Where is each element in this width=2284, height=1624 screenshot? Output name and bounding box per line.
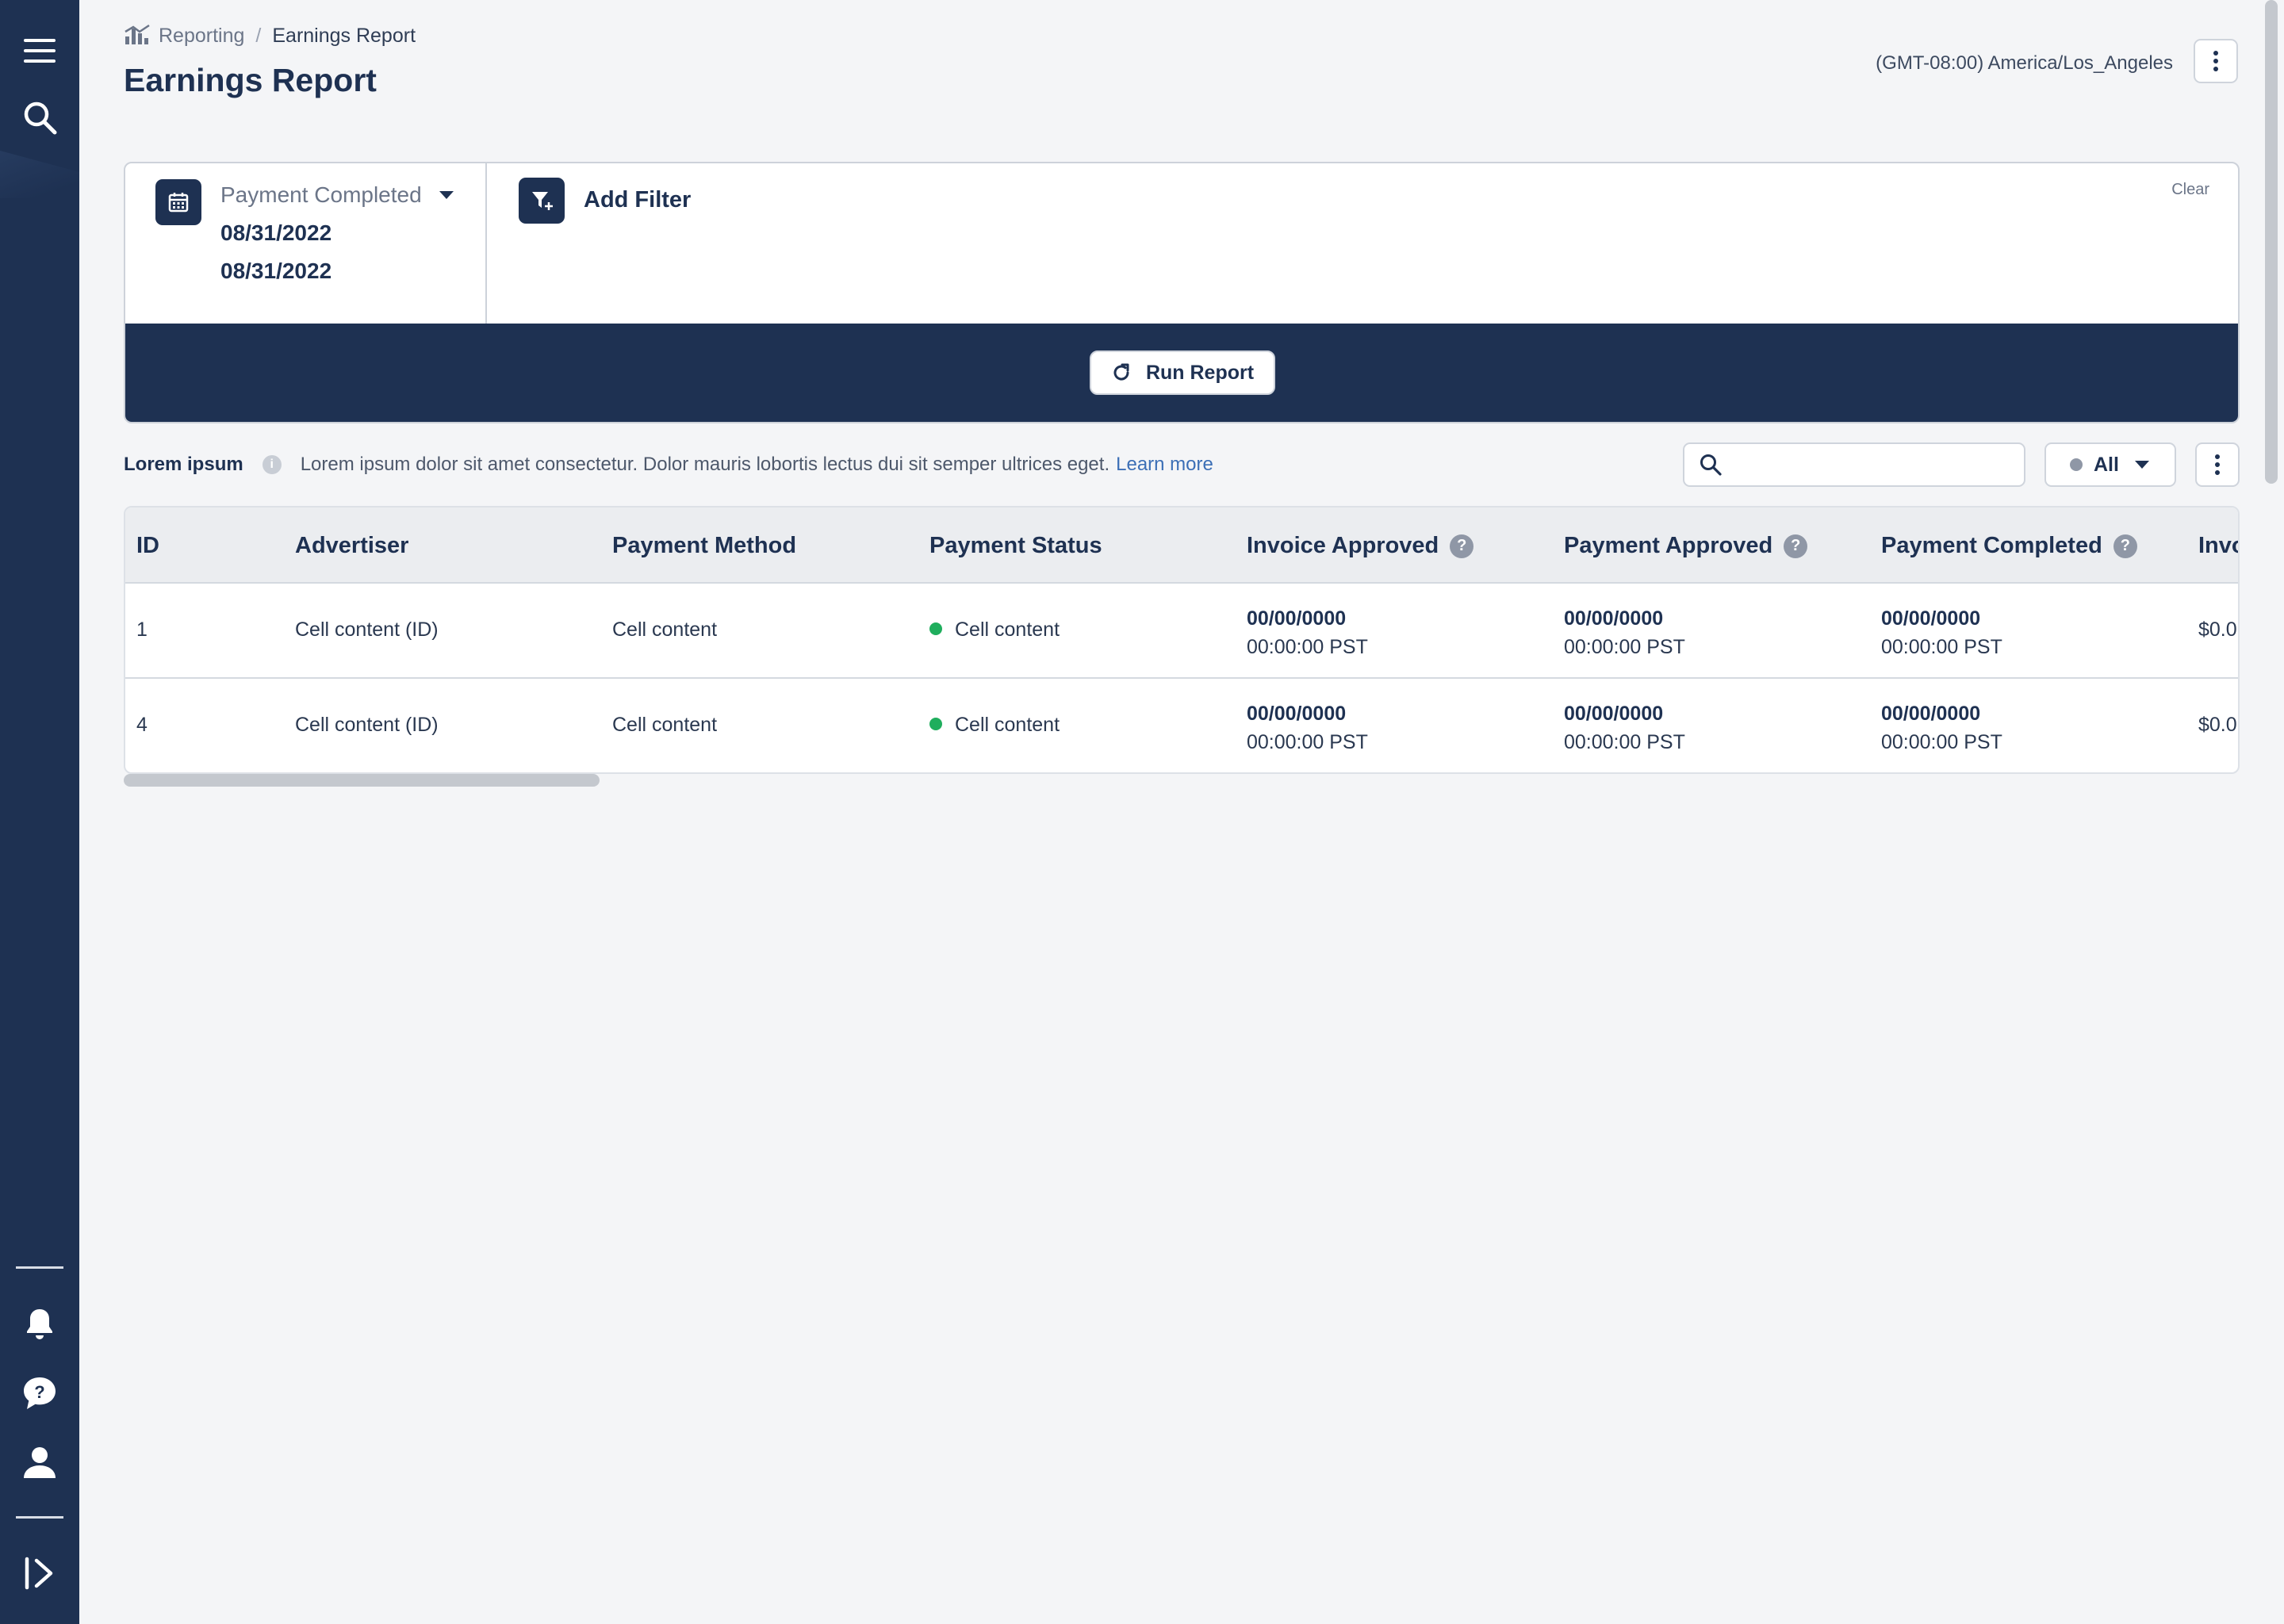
run-report-bar: Run Report (125, 324, 2238, 422)
page-vertical-scrollbar[interactable] (2265, 0, 2278, 484)
report-filter-card: Payment Completed 08/31/2022 08/31/2022 … (124, 162, 2240, 423)
bell-icon (27, 1309, 52, 1339)
table-header: ID Advertiser Payment Method Payment Sta… (125, 508, 2238, 584)
breadcrumb-separator: / (255, 24, 262, 47)
rail-decoration (0, 151, 79, 198)
clear-filters-button[interactable]: Clear (2171, 181, 2209, 199)
help-button[interactable]: ? (0, 1362, 79, 1425)
date-field-label: Payment Completed (220, 182, 422, 207)
refresh-icon (1113, 363, 1129, 381)
menu-button[interactable] (0, 19, 79, 82)
date-range-panel: Payment Completed 08/31/2022 08/31/2022 (125, 163, 487, 324)
add-filter-button[interactable]: Add Filter (584, 187, 691, 213)
more-vertical-icon (2213, 51, 2218, 71)
more-vertical-icon (2215, 454, 2220, 475)
earnings-table: ID Advertiser Payment Method Payment Sta… (124, 506, 2240, 774)
chevron-down-icon (2134, 461, 2149, 469)
help-icon[interactable]: ? (1784, 534, 1808, 558)
expand-sidebar-icon (25, 1557, 53, 1590)
cell-payment-method: Cell content (612, 619, 718, 641)
cell-id: 4 (136, 714, 148, 736)
column-header-payment-method[interactable]: Payment Method (612, 533, 796, 559)
help-chat-icon: ? (24, 1377, 56, 1409)
column-header-payment-completed[interactable]: Payment Completed? (1881, 533, 2137, 559)
column-header-id[interactable]: ID (136, 533, 159, 559)
search-icon (1700, 454, 1722, 476)
learn-more-link[interactable]: Learn more (1116, 454, 1213, 476)
cell-invoice-amount: $0.0 (2198, 714, 2237, 736)
search-icon (24, 102, 57, 135)
run-report-label: Run Report (1145, 361, 1255, 384)
breadcrumb-current: Earnings Report (272, 24, 416, 47)
cell-invoice-amount: $0.0 (2198, 619, 2237, 641)
cell-payment-completed: 00/00/0000 00:00:00 PST (1881, 607, 2002, 658)
table-row[interactable]: 1 Cell content (ID) Cell content Cell co… (125, 584, 2238, 679)
date-field-dropdown[interactable]: Payment Completed (220, 182, 454, 208)
calendar-icon[interactable] (155, 179, 201, 225)
add-filter-icon[interactable] (519, 178, 565, 224)
reporting-chart-icon (125, 24, 150, 44)
cell-advertiser[interactable]: Cell content (ID) (295, 714, 439, 737)
cell-invoice-approved: 00/00/0000 00:00:00 PST (1247, 607, 1368, 658)
status-dot-icon (2070, 458, 2083, 471)
rail-divider (16, 1266, 63, 1269)
table-search (1683, 442, 2025, 487)
run-report-button[interactable]: Run Report (1090, 350, 1275, 395)
column-header-payment-status[interactable]: Payment Status (929, 533, 1102, 559)
help-icon[interactable]: ? (2113, 534, 2137, 558)
cell-advertiser[interactable]: Cell content (ID) (295, 619, 439, 642)
status-green-dot-icon (929, 622, 942, 636)
left-nav-rail: ? (0, 0, 79, 1624)
status-green-dot-icon (929, 718, 942, 731)
chevron-down-icon (439, 191, 454, 199)
cell-id: 1 (136, 619, 148, 641)
date-start[interactable]: 08/31/2022 (220, 220, 331, 246)
rail-divider (16, 1516, 63, 1519)
page-title: Earnings Report (124, 62, 377, 98)
table-horizontal-scrollbar[interactable] (124, 774, 600, 787)
notifications-button[interactable] (0, 1293, 79, 1356)
help-icon[interactable]: ? (1450, 534, 1474, 558)
cell-payment-status: Cell content (929, 714, 1060, 737)
table-row[interactable]: 4 Cell content (ID) Cell content Cell co… (125, 679, 2238, 772)
breadcrumb: Reporting / Earnings Report (124, 24, 416, 48)
column-header-invoice-approved[interactable]: Invoice Approved? (1247, 533, 1474, 559)
svg-text:?: ? (34, 1382, 44, 1402)
date-end[interactable]: 08/31/2022 (220, 259, 331, 284)
column-header-payment-approved[interactable]: Payment Approved? (1564, 533, 1808, 559)
cell-payment-status: Cell content (929, 619, 1060, 642)
cell-payment-method: Cell content (612, 714, 718, 736)
cell-payment-approved: 00/00/0000 00:00:00 PST (1564, 607, 1685, 658)
status-filter-select[interactable]: All (2044, 442, 2176, 487)
nav-search-button[interactable] (0, 86, 79, 149)
profile-button[interactable] (0, 1431, 79, 1494)
info-icon[interactable]: i (262, 455, 282, 474)
search-input[interactable] (1730, 454, 2016, 476)
menu-icon (24, 39, 56, 63)
status-filter-value: All (2094, 453, 2119, 476)
info-title: Lorem ipsum (124, 454, 243, 475)
page-options-button[interactable] (2194, 39, 2238, 83)
expand-sidebar-button[interactable] (0, 1542, 79, 1605)
info-description: Lorem ipsum dolor sit amet consectetur. … (300, 454, 1110, 475)
user-icon (24, 1447, 56, 1478)
column-header-invoice-amount[interactable]: Invo (2198, 533, 2238, 559)
cell-invoice-approved: 00/00/0000 00:00:00 PST (1247, 703, 1368, 753)
breadcrumb-reporting-link[interactable]: Reporting (159, 25, 244, 48)
column-header-advertiser[interactable]: Advertiser (295, 533, 408, 559)
cell-payment-completed: 00/00/0000 00:00:00 PST (1881, 703, 2002, 753)
timezone-label[interactable]: (GMT-08:00) America/Los_Angeles (1876, 52, 2173, 75)
table-options-button[interactable] (2195, 442, 2240, 487)
cell-payment-approved: 00/00/0000 00:00:00 PST (1564, 703, 1685, 753)
report-info-row: Lorem ipsum i Lorem ipsum dolor sit amet… (124, 454, 1213, 476)
